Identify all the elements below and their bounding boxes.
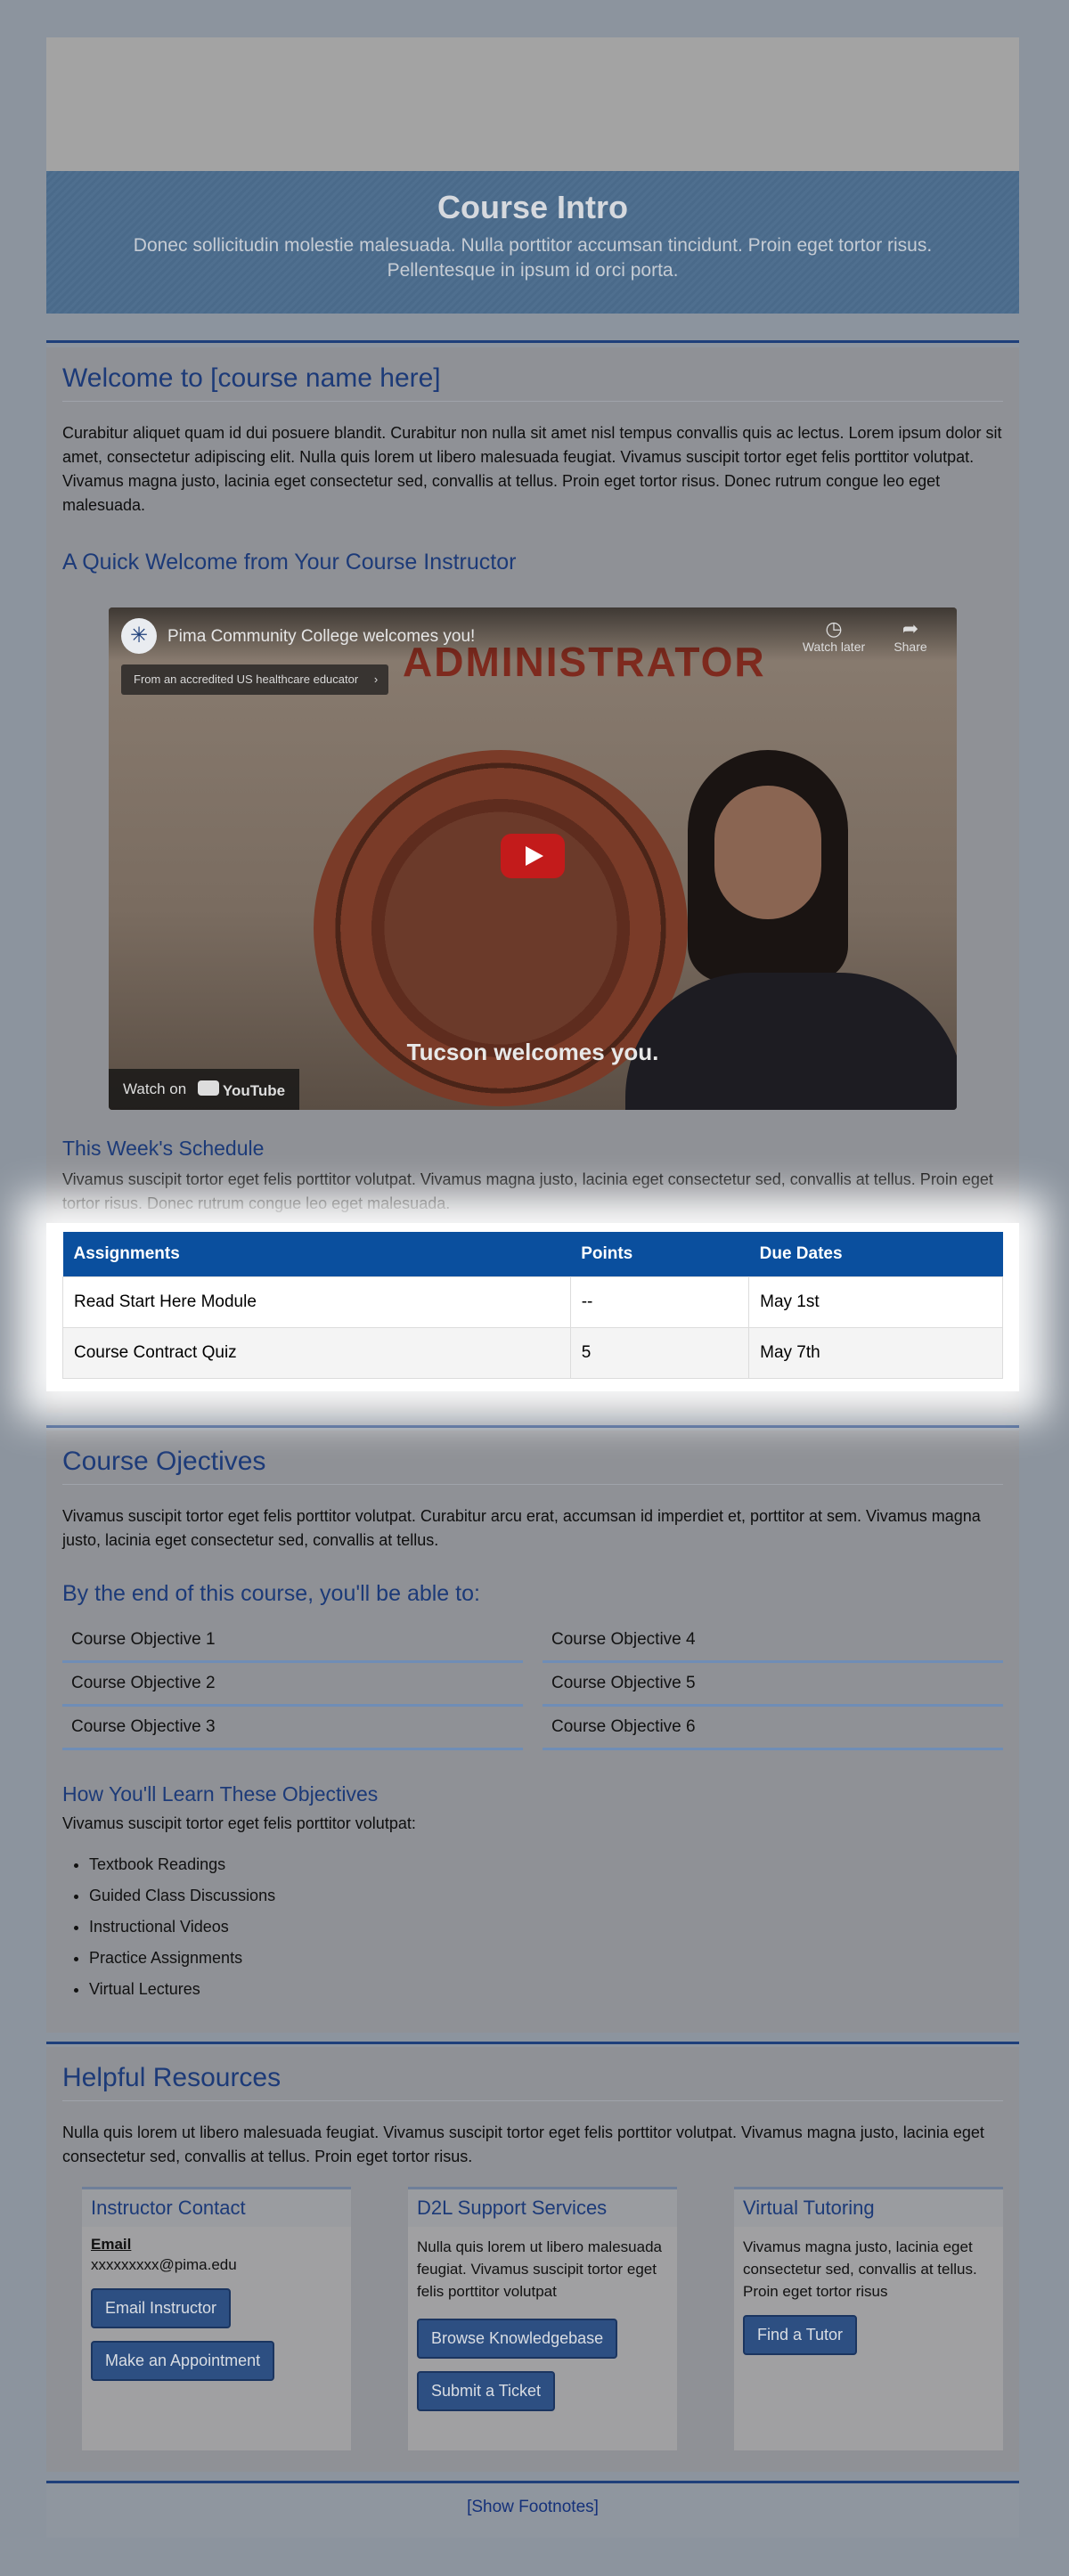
email-label: Email [91,2236,132,2253]
submit-ticket-button[interactable]: Submit a Ticket [417,2371,556,2411]
page-subtitle: Donec sollicitudin molestie malesuada. N… [133,235,933,281]
objectives-list: Course Objective 1 Course Objective 4 Co… [62,1619,1003,1750]
objectives-section: Course Ojectives Vivamus suscipit tortor… [46,1431,1019,2033]
list-item: Course Objective 5 [543,1663,1003,1707]
card-text: Nulla quis lorem ut libero malesuada feu… [417,2238,662,2300]
learn-text: Vivamus suscipit tortor eget felis portt… [62,1814,416,1832]
card-text: Vivamus magna justo, lacinia eget consec… [743,2238,977,2300]
table-row: Read Start Here Module -- May 1st [62,1276,1003,1328]
footer: [Show Footnotes] [46,2481,1019,2538]
channel-logo-icon[interactable]: ✳ [121,618,157,654]
hero-banner-image [46,37,1019,171]
card-title: Virtual Tutoring [734,2189,1003,2227]
video-info-chip-label: From an accredited US healthcare educato… [134,673,359,686]
table-cell: Course Contract Quiz [62,1327,571,1379]
card-title: D2L Support Services [408,2189,677,2227]
youtube-label: YouTube [222,1082,286,1099]
column-header: Due Dates [748,1232,1003,1277]
page-title: Course Intro [437,189,628,225]
email-address: xxxxxxxxx@pima.edu [91,2256,237,2273]
show-footnotes-link[interactable]: [Show Footnotes] [467,2498,599,2516]
divider [46,340,1019,347]
find-tutor-button[interactable]: Find a Tutor [743,2315,858,2355]
list-item: Practice Assignments [89,1949,1003,1968]
able-heading: By the end of this course, you'll be abl… [62,1581,480,1606]
instructor-contact-card: Instructor Contact Email xxxxxxxxx@pima.… [82,2187,351,2450]
welcome-section: Welcome to [course name here] Curabitur … [46,347,1019,1413]
schedule-text: Vivamus suscipit tortor eget felis portt… [62,1170,993,1212]
share-button[interactable]: ➦ Share [875,617,946,655]
schedule-table-highlight: Assignments Points Due Dates Read Start … [46,1223,1019,1391]
column-header: Points [570,1232,749,1277]
video-title[interactable]: Pima Community College welcomes you! [167,627,475,647]
instructor-welcome-heading: A Quick Welcome from Your Course Instruc… [62,550,517,575]
email-instructor-button[interactable]: Email Instructor [91,2288,232,2328]
list-item: Guided Class Discussions [89,1887,1003,1905]
hero-band: Course Intro Donec sollicitudin molestie… [46,171,1019,314]
youtube-logo-icon [197,1080,219,1096]
share-icon: ➦ [902,617,919,640]
browse-knowledgebase-button[interactable]: Browse Knowledgebase [417,2319,618,2359]
table-header-row: Assignments Points Due Dates [62,1232,1003,1277]
watch-later-button[interactable]: ◷ Watch later [798,617,869,655]
table-cell: Read Start Here Module [62,1276,571,1328]
resources-text: Nulla quis lorem ut libero malesuada feu… [62,2124,984,2165]
clock-icon: ◷ [825,617,843,640]
watch-on-youtube-button[interactable]: Watch on YouTube [109,1069,300,1110]
list-item: Instructional Videos [89,1918,1003,1936]
list-item: Course Objective 1 [62,1619,523,1663]
welcome-video-player[interactable]: ADMINISTRATOR ✳ Pima Community College w… [109,607,957,1110]
watch-on-label: Watch on [123,1080,187,1097]
table-cell: May 7th [748,1327,1003,1379]
list-item: Course Objective 4 [543,1619,1003,1663]
welcome-text: Curabitur aliquet quam id dui posuere bl… [62,424,1002,514]
chevron-right-icon: › [373,673,379,686]
play-button[interactable] [501,834,565,878]
watch-later-label: Watch later [802,640,866,654]
list-item: Course Objective 3 [62,1707,523,1750]
learn-heading: How You'll Learn These Objectives [62,1782,379,1806]
list-item: Virtual Lectures [89,1980,1003,1999]
share-label: Share [894,640,927,654]
objectives-title: Course Ojectives [62,1447,1003,1485]
d2l-support-card: D2L Support Services Nulla quis lorem ut… [408,2187,677,2450]
resources-title: Helpful Resources [62,2063,1003,2101]
learn-list: Textbook Readings Guided Class Discussio… [62,1855,1003,1999]
objectives-text: Vivamus suscipit tortor eget felis portt… [62,1507,981,1549]
table-cell: 5 [569,1327,750,1379]
table-row: Course Contract Quiz 5 May 7th [62,1327,1003,1379]
table-cell: May 1st [748,1276,1003,1328]
table-cell: -- [569,1276,750,1328]
welcome-title: Welcome to [course name here] [62,363,1003,402]
virtual-tutoring-card: Virtual Tutoring Vivamus magna justo, la… [734,2187,1003,2450]
schedule-heading: This Week's Schedule [62,1137,265,1160]
list-item: Textbook Readings [89,1855,1003,1874]
video-info-chip[interactable]: From an accredited US healthcare educato… [121,664,389,695]
card-title: Instructor Contact [82,2189,351,2227]
video-caption: Tucson welcomes you. [406,1039,659,1065]
resource-cards: Instructor Contact Email xxxxxxxxx@pima.… [62,2187,1003,2450]
list-item: Course Objective 6 [543,1707,1003,1750]
resources-section: Helpful Resources Nulla quis lorem ut li… [46,2047,1019,2472]
make-appointment-button[interactable]: Make an Appointment [91,2341,275,2381]
list-item: Course Objective 2 [62,1663,523,1707]
column-header: Assignments [62,1232,571,1277]
schedule-table: Assignments Points Due Dates Read Start … [62,1232,1003,1379]
